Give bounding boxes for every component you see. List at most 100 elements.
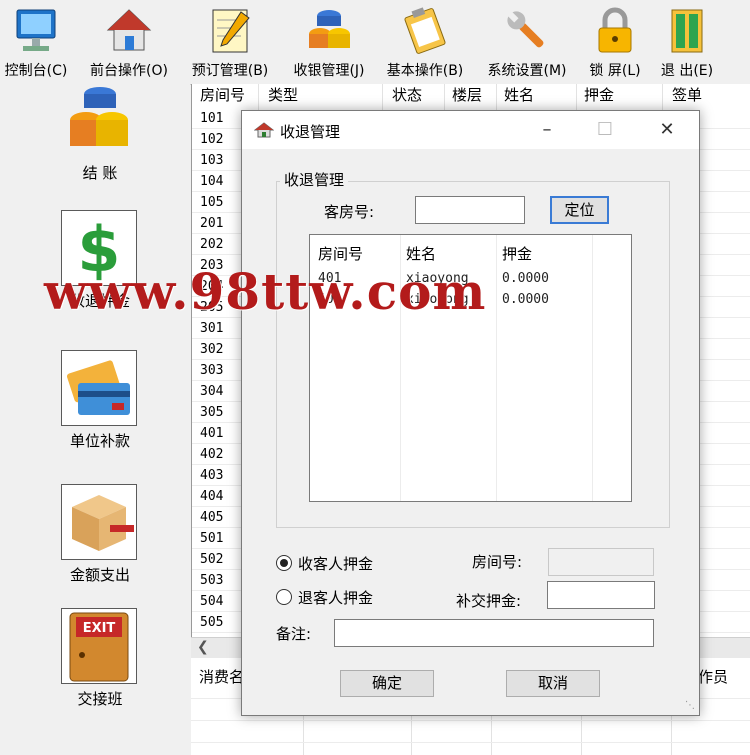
- coins-icon: [70, 87, 128, 146]
- left-sidebar: 结 账 $ 收退押金 单位补款 金额支出 EXIT 交接班: [0, 84, 190, 755]
- locate-button[interactable]: 定位: [550, 196, 609, 224]
- list-header: 押金: [502, 245, 533, 263]
- grid-cell-room[interactable]: 403: [200, 468, 223, 483]
- wrench-icon: [507, 11, 544, 48]
- grid-cell-room[interactable]: 305: [200, 405, 223, 420]
- toolbar-label: 收银管理(J): [293, 63, 365, 79]
- sidebar-item-label: 金额支出: [69, 566, 130, 584]
- list-header: 姓名: [406, 245, 437, 263]
- grid-cell-room[interactable]: 201: [200, 216, 223, 231]
- supplement-deposit-input[interactable]: [547, 581, 655, 609]
- toolbar-front-desk[interactable]: 前台操作(O): [82, 0, 176, 84]
- toolbar-basic-ops[interactable]: 基本操作(B): [380, 0, 470, 84]
- grid-cell-room[interactable]: 504: [200, 594, 223, 609]
- toolbar-exit[interactable]: 退 出(E): [654, 0, 720, 84]
- room-no-field: [548, 548, 654, 576]
- grid-cell-room[interactable]: 103: [200, 153, 223, 168]
- grid-cell-room[interactable]: 502: [200, 552, 223, 567]
- room-no-label: 房间号:: [472, 553, 523, 571]
- monitor-icon: [16, 9, 56, 51]
- cancel-button[interactable]: 取消: [506, 670, 600, 697]
- sidebar-item-label: 结 账: [82, 164, 118, 182]
- watermark: www.98ttw.com: [44, 262, 487, 321]
- group-label: 收退管理: [280, 169, 349, 190]
- dialog-title: 收退管理: [280, 123, 341, 141]
- toolbar-reservation[interactable]: 预订管理(B): [184, 0, 276, 84]
- grid-cell-room[interactable]: 105: [200, 195, 223, 210]
- deposit-management-dialog: 收退管理 – ☐ ✕ 收退管理 客房号: 定位 房间号 姓名 押金 401 xi…: [241, 110, 700, 716]
- padlock-icon: [598, 7, 632, 53]
- remark-input[interactable]: [334, 619, 654, 647]
- sidebar-item-label: 交接班: [77, 690, 123, 708]
- grid-cell-room[interactable]: 404: [200, 489, 223, 504]
- grid-cell-room[interactable]: 104: [200, 174, 223, 189]
- toolbar-cashier[interactable]: 收银管理(J): [284, 0, 374, 84]
- box-icon: [61, 484, 137, 560]
- main-toolbar: 控制台(C) 前台操作(O) 预订管理(B) 收银管理(J) 基本操作(B) 系…: [0, 0, 750, 85]
- grid-cell-room[interactable]: 303: [200, 363, 223, 378]
- grid-cell-room[interactable]: 202: [200, 237, 223, 252]
- list-header: 房间号: [318, 245, 364, 263]
- toolbar-label: 退 出(E): [660, 63, 714, 79]
- minimize-icon[interactable]: –: [532, 117, 562, 143]
- grid-header[interactable]: 押金: [584, 84, 614, 106]
- grid-row-line: [191, 742, 750, 743]
- room-number-input[interactable]: [415, 196, 525, 224]
- toolbar-label: 前台操作(O): [90, 63, 168, 79]
- exit-sign-icon: EXIT: [61, 608, 137, 684]
- house-icon: [106, 9, 152, 51]
- toolbar-label: 系统设置(M): [487, 63, 567, 79]
- grid-cell-room[interactable]: 405: [200, 510, 223, 525]
- dialog-title-bar[interactable]: 收退管理 – ☐ ✕: [242, 111, 699, 149]
- list-divider: [592, 235, 593, 501]
- grid-cell-room[interactable]: 101: [200, 111, 223, 126]
- toolbar-label: 预订管理(B): [191, 63, 269, 79]
- remark-label: 备注:: [276, 625, 312, 643]
- close-icon[interactable]: ✕: [652, 117, 682, 143]
- supplement-deposit-label: 补交押金:: [456, 592, 522, 610]
- grid-cell-room[interactable]: 503: [200, 573, 223, 588]
- toolbar-console[interactable]: 控制台(C): [0, 0, 72, 84]
- bottom-grid-header-consumption: 消费名: [199, 668, 245, 686]
- svg-text:EXIT: EXIT: [83, 621, 116, 636]
- grid-cell-room[interactable]: 505: [200, 615, 223, 630]
- toolbar-system-settings[interactable]: 系统设置(M): [480, 0, 574, 84]
- app-icon: [254, 122, 274, 138]
- scroll-left-icon[interactable]: ❮: [197, 639, 209, 655]
- grid-cell-room[interactable]: 402: [200, 447, 223, 462]
- refund-deposit-radio[interactable]: [276, 589, 292, 605]
- grid-header[interactable]: 签单: [672, 84, 702, 106]
- toolbar-lock-screen[interactable]: 锁 屏(L): [582, 0, 648, 84]
- grid-header[interactable]: 楼层: [452, 84, 482, 106]
- room-number-label: 客房号:: [324, 203, 375, 221]
- credit-card-icon: [61, 350, 137, 426]
- toolbar-label: 控制台(C): [4, 63, 68, 79]
- grid-cell-room[interactable]: 301: [200, 321, 223, 336]
- grid-cell-room[interactable]: 401: [200, 426, 223, 441]
- grid-header[interactable]: 状态: [392, 84, 422, 106]
- maximize-icon[interactable]: ☐: [590, 117, 620, 143]
- resize-grip-icon[interactable]: ⋱: [685, 700, 695, 711]
- toolbar-label: 锁 屏(L): [589, 63, 641, 79]
- toolbar-label: 基本操作(B): [386, 63, 464, 79]
- grid-cell-room[interactable]: 501: [200, 531, 223, 546]
- ok-button[interactable]: 确定: [340, 670, 434, 697]
- grid-cell-room[interactable]: 102: [200, 132, 223, 147]
- grid-cell-room[interactable]: 302: [200, 342, 223, 357]
- list-cell-deposit[interactable]: 0.0000: [502, 271, 549, 286]
- collect-deposit-radio[interactable]: [276, 555, 292, 571]
- grid-header[interactable]: 姓名: [504, 84, 534, 106]
- coin-stack-icon: [309, 10, 350, 48]
- notepad-pencil-icon: [212, 9, 250, 53]
- clipboard-icon: [404, 7, 446, 54]
- list-divider: [496, 235, 497, 501]
- sidebar-item-label: 单位补款: [69, 432, 130, 450]
- exit-door-icon: [671, 9, 703, 53]
- grid-header[interactable]: 类型: [268, 84, 298, 106]
- grid-cell-room[interactable]: 304: [200, 384, 223, 399]
- collect-deposit-label[interactable]: 收客人押金: [298, 553, 373, 574]
- list-cell-deposit[interactable]: 0.0000: [502, 292, 549, 307]
- refund-deposit-label[interactable]: 退客人押金: [298, 587, 373, 608]
- grid-row-line: [191, 720, 750, 721]
- grid-header[interactable]: 房间号: [200, 84, 245, 106]
